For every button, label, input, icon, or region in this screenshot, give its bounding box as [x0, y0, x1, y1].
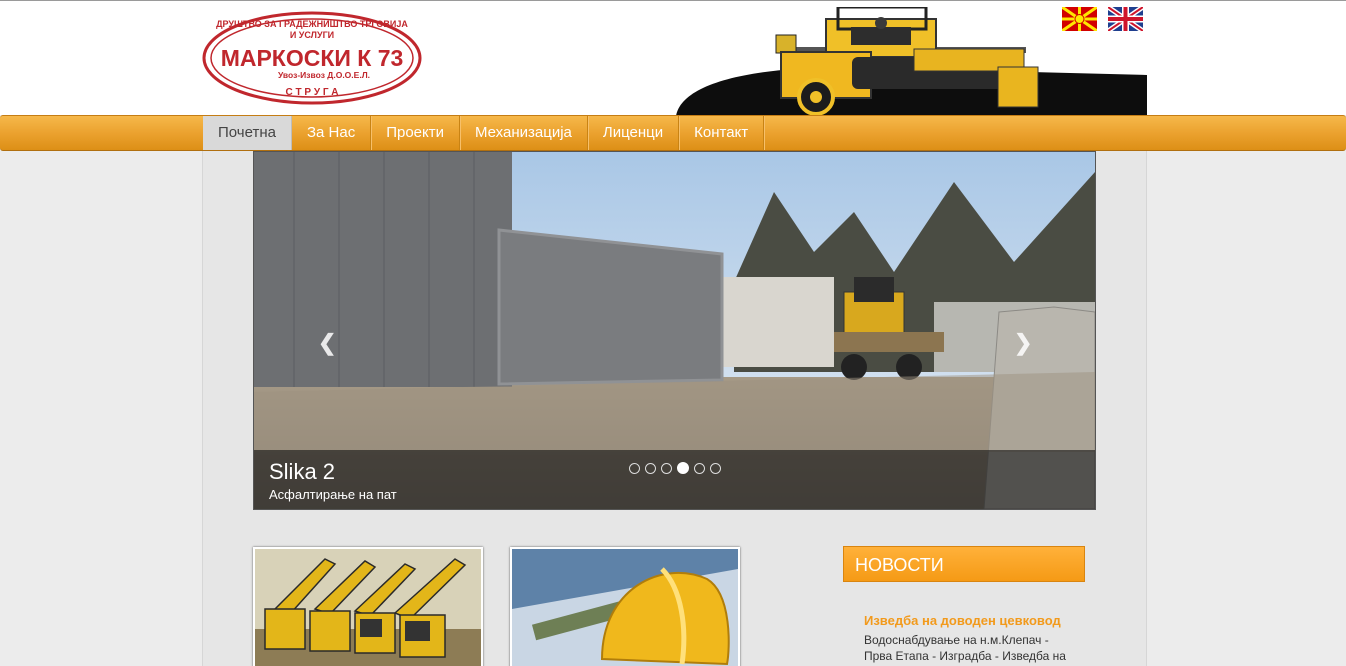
slider-dot-4[interactable] [677, 462, 689, 474]
svg-text:И УСЛУГИ: И УСЛУГИ [290, 30, 334, 40]
excavators-image [255, 549, 481, 666]
news-item-title-link[interactable]: Изведба на доводен цевковод [864, 613, 1061, 628]
news-item-text: Водоснабдување на н.м.Клепач - Прва Етап… [864, 633, 1070, 666]
macedonian-flag-icon[interactable] [1062, 7, 1097, 31]
slider-pagination [629, 462, 721, 474]
slider-dot-2[interactable] [645, 462, 656, 474]
slider-next-arrow-icon[interactable]: ❯ [1014, 330, 1032, 356]
slide-title: Slika 2 [269, 459, 336, 484]
header: ДРУШТВО ЗА ГРАДЕЖНИШТВО ТРГОВИЈА И УСЛУГ… [0, 1, 1346, 116]
nav-item-projects[interactable]: Проекти [371, 116, 460, 150]
nav-item-home[interactable]: Почетна [203, 116, 292, 150]
nav-item-licenses[interactable]: Лиценци [588, 116, 680, 150]
news-panel: НОВОСТИ Изведба на доводен цевковод Водо… [843, 546, 1087, 666]
nav-item-machinery[interactable]: Механизација [460, 116, 588, 150]
slider-dot-3[interactable] [661, 462, 672, 474]
licenses-thumbnail[interactable] [510, 547, 740, 666]
news-header: НОВОСТИ [843, 546, 1085, 582]
nav-item-about[interactable]: За Нас [292, 116, 372, 150]
machinery-thumbnail[interactable] [253, 547, 483, 666]
main-navigation: Почетна За Нас Проекти Механизација Лице… [0, 115, 1346, 151]
svg-text:Увоз-Извоз Д.О.О.Е.Л.: Увоз-Извоз Д.О.О.Е.Л. [278, 70, 370, 80]
image-slider[interactable]: ❮ ❯ Slika 2 Асфалтирање на пат [253, 151, 1096, 510]
svg-text:ДРУШТВО ЗА ГРАДЕЖНИШТВО ТРГОВИ: ДРУШТВО ЗА ГРАДЕЖНИШТВО ТРГОВИЈА [216, 19, 408, 29]
uk-flag-icon[interactable] [1108, 7, 1143, 31]
slide-subtitle: Асфалтирање на пат [269, 487, 397, 502]
slide-caption: Slika 2 Асфалтирање на пат [254, 450, 1095, 509]
language-switcher [1062, 7, 1143, 31]
slider-dot-1[interactable] [629, 462, 640, 474]
hard-hat-image [512, 549, 738, 666]
company-logo[interactable]: ДРУШТВО ЗА ГРАДЕЖНИШТВО ТРГОВИЈА И УСЛУГ… [202, 11, 422, 106]
svg-text:МАРКОСКИ К 73: МАРКОСКИ К 73 [221, 45, 404, 71]
nav-item-contact[interactable]: Контакт [679, 116, 765, 150]
slider-prev-arrow-icon[interactable]: ❮ [318, 330, 336, 356]
svg-text:С Т Р У Г А: С Т Р У Г А [285, 87, 338, 98]
slider-dot-5[interactable] [694, 462, 705, 474]
slider-dot-6[interactable] [710, 462, 721, 474]
